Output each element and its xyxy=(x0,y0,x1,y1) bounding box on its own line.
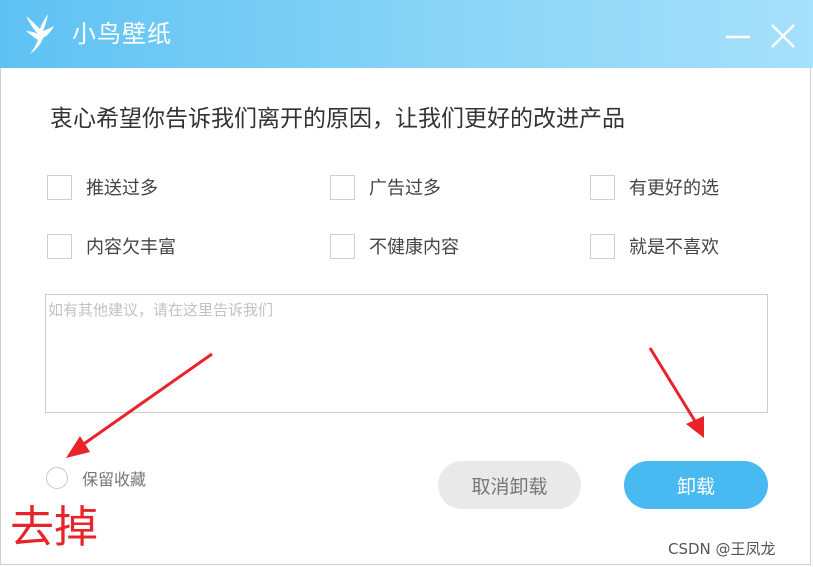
close-icon[interactable] xyxy=(769,22,797,50)
cancel-uninstall-button[interactable]: 取消卸载 xyxy=(438,461,581,509)
app-title: 小鸟壁纸 xyxy=(72,20,172,48)
option-too-many-pushes[interactable]: 推送过多 xyxy=(47,174,158,200)
checkbox[interactable] xyxy=(330,174,355,200)
title-bar: 小鸟壁纸 xyxy=(0,0,813,68)
option-label: 广告过多 xyxy=(369,178,441,199)
survey-heading: 衷心希望你告诉我们离开的原因，让我们更好的改进产品 xyxy=(50,106,625,132)
option-just-dislike[interactable]: 就是不喜欢 xyxy=(590,233,719,259)
option-label: 推送过多 xyxy=(86,178,158,199)
minimize-icon[interactable] xyxy=(724,22,752,50)
checkbox[interactable] xyxy=(47,174,72,200)
option-label: 内容欠丰富 xyxy=(86,237,176,258)
uninstall-button[interactable]: 卸载 xyxy=(624,461,768,509)
option-better-choice[interactable]: 有更好的选 xyxy=(590,174,719,200)
checkbox[interactable] xyxy=(330,233,355,259)
option-lacking-content[interactable]: 内容欠丰富 xyxy=(47,233,176,259)
suggestion-textarea[interactable]: 如有其他建议，请在这里告诉我们 xyxy=(45,294,768,413)
option-too-many-ads[interactable]: 广告过多 xyxy=(330,174,441,200)
suggestion-placeholder: 如有其他建议，请在这里告诉我们 xyxy=(48,301,274,319)
option-label: 不健康内容 xyxy=(369,237,459,258)
checkbox[interactable] xyxy=(47,233,72,259)
checkbox[interactable] xyxy=(590,233,615,259)
keep-favorites-radio[interactable] xyxy=(46,467,68,489)
checkbox[interactable] xyxy=(590,174,615,200)
bird-logo-icon xyxy=(26,14,54,54)
option-label: 就是不喜欢 xyxy=(629,237,719,258)
option-label: 有更好的选 xyxy=(629,178,719,199)
watermark: CSDN @王凤龙 xyxy=(668,540,776,558)
keep-favorites-label: 保留收藏 xyxy=(82,470,147,489)
keep-favorites-option[interactable]: 保留收藏 xyxy=(46,466,146,490)
option-unhealthy-content[interactable]: 不健康内容 xyxy=(330,233,459,259)
annotation-remove-label: 去掉 xyxy=(10,502,98,553)
